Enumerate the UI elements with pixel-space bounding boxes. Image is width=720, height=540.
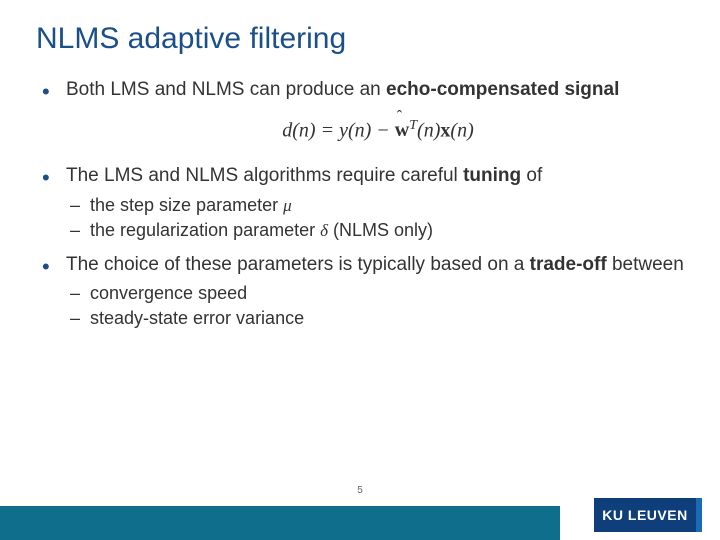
sub-regularization: the regularization parameter δ (NLMS onl… bbox=[66, 218, 690, 243]
bullet-bold: echo-compensated signal bbox=[386, 79, 619, 100]
symbol-delta: δ bbox=[320, 221, 328, 240]
bullet-text: of bbox=[521, 165, 542, 186]
bullet-text: The LMS and NLMS algorithms require care… bbox=[66, 165, 463, 186]
sub-text: (NLMS only) bbox=[328, 220, 433, 240]
formula-text: d(n) = y(n) − wT(n)x(n) bbox=[282, 117, 473, 144]
bullet-text: The choice of these parameters is typica… bbox=[66, 254, 530, 275]
bullet-tuning: The LMS and NLMS algorithms require care… bbox=[40, 164, 690, 243]
bullet-echo-compensated: Both LMS and NLMS can produce an echo-co… bbox=[40, 78, 690, 144]
ku-leuven-logo: KU LEUVEN bbox=[594, 498, 702, 532]
slide-content: Both LMS and NLMS can produce an echo-co… bbox=[30, 78, 690, 330]
bullet-list: Both LMS and NLMS can produce an echo-co… bbox=[40, 78, 690, 330]
sub-text: the step size parameter bbox=[90, 195, 283, 215]
symbol-mu: μ bbox=[283, 196, 292, 215]
page-number: 5 bbox=[0, 485, 720, 496]
bullet-tradeoff: The choice of these parameters is typica… bbox=[40, 253, 690, 330]
bullet-bold: trade-off bbox=[530, 254, 607, 275]
slide-title: NLMS adaptive filtering bbox=[36, 22, 690, 56]
bullet-text: between bbox=[607, 254, 684, 275]
slide: NLMS adaptive filtering Both LMS and NLM… bbox=[0, 0, 720, 540]
sub-list: convergence speed steady-state error var… bbox=[66, 281, 690, 330]
bullet-text: Both LMS and NLMS can produce an bbox=[66, 79, 386, 100]
sub-convergence: convergence speed bbox=[66, 281, 690, 305]
footer-bar bbox=[0, 508, 560, 540]
sub-text: the regularization parameter bbox=[90, 220, 320, 240]
footer: KU LEUVEN bbox=[0, 504, 720, 540]
formula-echo: d(n) = y(n) − wT(n)x(n) bbox=[66, 117, 690, 144]
sub-steady-state: steady-state error variance bbox=[66, 306, 690, 330]
bullet-bold: tuning bbox=[463, 165, 521, 186]
sub-step-size: the step size parameter μ bbox=[66, 193, 690, 218]
sub-list: the step size parameter μ the regulariza… bbox=[66, 193, 690, 243]
logo-text: KU LEUVEN bbox=[602, 507, 687, 523]
sub-text: steady-state error variance bbox=[90, 308, 304, 328]
sub-text: convergence speed bbox=[90, 283, 247, 303]
